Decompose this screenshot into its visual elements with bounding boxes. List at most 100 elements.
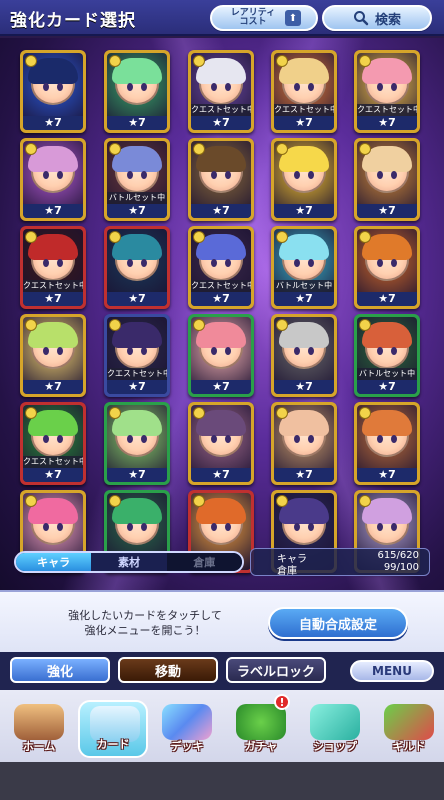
star-rank: ★7 [274, 468, 334, 482]
tab-storage[interactable]: 倉庫 [166, 553, 242, 571]
card-tile[interactable]: ★7 [271, 402, 337, 485]
star-rank: ★7 [23, 116, 83, 130]
card-tile[interactable]: ★7 [20, 138, 86, 221]
card-tile[interactable]: バトルセット中 ★7 [271, 226, 337, 309]
attribute-badge-icon [359, 407, 371, 419]
auto-synthesis-settings-button[interactable]: 自動合成設定 [268, 607, 408, 639]
character-eyes [292, 171, 316, 179]
nav-deck-label: デッキ [170, 740, 204, 753]
card-tile[interactable]: クエストセット中 ★7 [20, 226, 86, 309]
attribute-badge-icon [109, 495, 121, 507]
action-bar: 強化 移動 ラベルロック MENU [0, 652, 444, 690]
card-tile[interactable]: ★7 [188, 402, 254, 485]
character-eyes [125, 171, 149, 179]
star-rank: ★7 [191, 292, 251, 306]
search-button[interactable]: 検索 [322, 5, 432, 31]
character-eyes [41, 523, 65, 531]
move-button[interactable]: 移動 [118, 657, 218, 683]
character-eyes [125, 347, 149, 355]
card-tile[interactable]: ★7 [354, 226, 420, 309]
character-eyes [125, 83, 149, 91]
filter-bar: キャラ 素材 倉庫 キャラ 615/620 倉庫 99/100 [14, 548, 430, 577]
card-tile[interactable]: クエストセット中 ★7 [271, 50, 337, 133]
attribute-badge-icon [276, 495, 288, 507]
character-eyes [209, 435, 233, 443]
star-rank: ★7 [357, 204, 417, 218]
card-tile[interactable]: ★7 [271, 138, 337, 221]
card-tile[interactable]: ★7 [354, 402, 420, 485]
attribute-badge-icon [193, 143, 205, 155]
set-status-tag: クエストセット中 [357, 104, 417, 116]
attribute-badge-icon [276, 407, 288, 419]
card-tile[interactable]: クエストセット中 ★7 [354, 50, 420, 133]
card-tile[interactable]: ★7 [104, 50, 170, 133]
label-lock-button[interactable]: ラベルロック [226, 657, 326, 683]
character-eyes [375, 347, 399, 355]
card-tile[interactable]: ★7 [20, 50, 86, 133]
set-status-tag: クエストセット中 [107, 368, 167, 380]
set-status-tag: クエストセット中 [191, 104, 251, 116]
card-tile[interactable]: クエストセット中 ★7 [104, 314, 170, 397]
character-eyes [209, 259, 233, 267]
menu-button[interactable]: MENU [350, 660, 434, 682]
card-tile[interactable]: クエストセット中 ★7 [188, 226, 254, 309]
attribute-badge-icon [25, 319, 37, 331]
card-tile[interactable]: クエストセット中 ★7 [20, 402, 86, 485]
card-art: クエストセット中 ★7 [274, 53, 334, 130]
star-rank: ★7 [23, 468, 83, 482]
card-tile[interactable]: ★7 [104, 226, 170, 309]
attribute-badge-icon [109, 319, 121, 331]
card-art: ★7 [23, 317, 83, 394]
set-status-tag: バトルセット中 [107, 192, 167, 204]
page-title: 強化カード選択 [10, 11, 136, 31]
rarity-cost-sort-button[interactable]: レアリティ コスト ⬆ [210, 5, 318, 31]
card-art: ★7 [107, 229, 167, 306]
character-eyes [375, 171, 399, 179]
star-rank: ★7 [23, 204, 83, 218]
character-eyes [375, 435, 399, 443]
nav-home[interactable]: ホーム [4, 700, 74, 758]
card-tile[interactable]: クエストセット中 ★7 [188, 50, 254, 133]
tab-chara[interactable]: キャラ [16, 553, 92, 571]
character-eyes [41, 171, 65, 179]
star-rank: ★7 [107, 204, 167, 218]
attribute-badge-icon [193, 407, 205, 419]
card-tile[interactable]: バトルセット中 ★7 [354, 314, 420, 397]
card-tile[interactable]: バトルセット中 ★7 [104, 138, 170, 221]
attribute-badge-icon [109, 55, 121, 67]
card-tile[interactable]: ★7 [188, 138, 254, 221]
attribute-badge-icon [193, 495, 205, 507]
card-art: クエストセット中 ★7 [23, 229, 83, 306]
guild-icon [384, 704, 434, 740]
card-tile[interactable]: ★7 [354, 138, 420, 221]
character-eyes [292, 435, 316, 443]
attribute-badge-icon [25, 407, 37, 419]
nav-guild-label: ギルド [392, 740, 426, 753]
card-tile[interactable]: ★7 [188, 314, 254, 397]
nav-guild[interactable]: ギルド [374, 700, 444, 758]
star-rank: ★7 [274, 116, 334, 130]
nav-deck[interactable]: デッキ [152, 700, 222, 758]
card-art: ★7 [357, 229, 417, 306]
star-rank: ★7 [357, 292, 417, 306]
card-art: ★7 [274, 141, 334, 218]
character-eyes [292, 83, 316, 91]
nav-bottom-strip [0, 762, 444, 800]
character-eyes [125, 523, 149, 531]
nav-shop[interactable]: ショップ [300, 700, 370, 758]
nav-card[interactable]: カード [78, 700, 148, 758]
nav-gacha[interactable]: ! ガチャ [226, 694, 296, 758]
star-rank: ★7 [23, 292, 83, 306]
attribute-badge-icon [359, 319, 371, 331]
strengthen-button[interactable]: 強化 [10, 657, 110, 683]
card-tile[interactable]: ★7 [104, 402, 170, 485]
tab-material[interactable]: 素材 [91, 553, 166, 571]
character-eyes [292, 523, 316, 531]
nav-card-label: カード [96, 738, 130, 751]
attribute-badge-icon [25, 231, 37, 243]
card-tile[interactable]: ★7 [20, 314, 86, 397]
character-eyes [209, 171, 233, 179]
card-art: バトルセット中 ★7 [274, 229, 334, 306]
card-tile[interactable]: ★7 [271, 314, 337, 397]
storage-count-row: 倉庫 99/100 [277, 562, 419, 577]
